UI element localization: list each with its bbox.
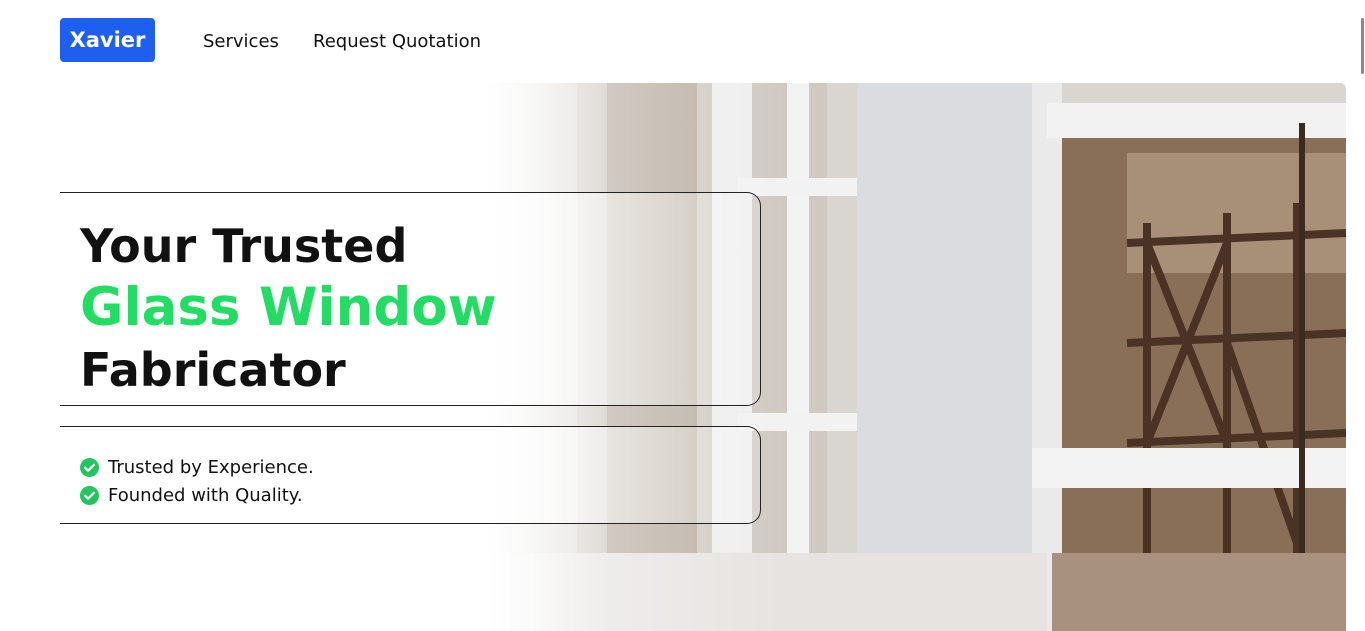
headline-card: Your Trusted Glass Window Fabricator [60, 192, 761, 406]
feature-item: Trusted by Experience. [80, 453, 314, 481]
scrollbar-thumb[interactable] [1361, 18, 1364, 74]
hero-headline: Your Trusted Glass Window Fabricator [80, 215, 497, 401]
feature-text: Founded with Quality. [108, 484, 303, 506]
features-card: Trusted by Experience. Founded with Qual… [60, 426, 761, 524]
headline-line-3: Fabricator [80, 343, 346, 397]
navbar: Xavier Services Request Quotation [0, 0, 1365, 83]
page-scrollbar[interactable] [1359, 0, 1365, 631]
check-circle-icon [80, 457, 99, 477]
headline-line-1: Your Trusted [80, 219, 408, 273]
feature-text: Trusted by Experience. [108, 456, 314, 478]
nav-link-request-quotation[interactable]: Request Quotation [313, 30, 481, 54]
feature-item: Founded with Quality. [80, 481, 314, 509]
brand-logo-button[interactable]: Xavier [60, 18, 155, 62]
check-circle-icon [80, 485, 99, 505]
nav-link-services[interactable]: Services [203, 30, 279, 54]
feature-list: Trusted by Experience. Founded with Qual… [80, 453, 314, 509]
headline-line-2-accent: Glass Window [80, 277, 497, 338]
